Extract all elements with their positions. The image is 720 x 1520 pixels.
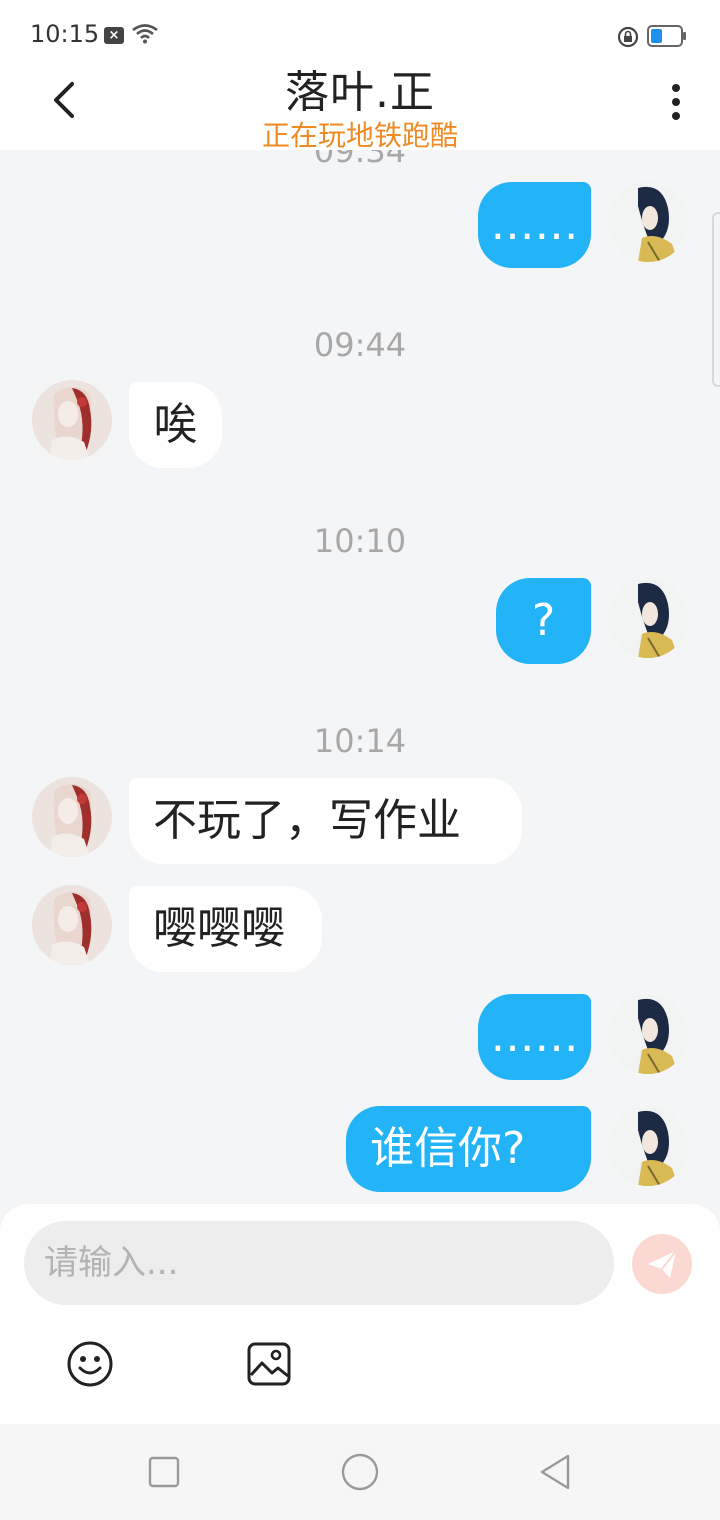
timestamp: 10:10 xyxy=(313,522,407,560)
circle-icon xyxy=(341,1453,379,1491)
image-button[interactable] xyxy=(246,1341,292,1391)
contact-avatar[interactable] xyxy=(32,380,112,460)
contact-avatar[interactable] xyxy=(32,777,112,857)
system-nav-bar xyxy=(0,1424,720,1520)
emoji-button[interactable] xyxy=(66,1340,114,1392)
outgoing-message-bubble[interactable]: 谁信你? xyxy=(346,1106,591,1192)
outgoing-message-bubble[interactable]: …… xyxy=(478,994,591,1080)
outgoing-message-bubble[interactable]: …… xyxy=(478,182,591,268)
send-icon xyxy=(648,1250,677,1278)
home-button[interactable] xyxy=(341,1453,379,1495)
chat-header: 落叶.正 正在玩地铁跑酷 xyxy=(0,48,720,152)
my-avatar[interactable] xyxy=(608,578,688,658)
smiley-icon xyxy=(67,1341,113,1387)
wifi-icon xyxy=(132,24,158,48)
more-vertical-icon xyxy=(672,84,680,120)
square-icon xyxy=(148,1456,180,1488)
status-time: 10:15 xyxy=(30,20,100,48)
image-icon xyxy=(247,1342,291,1386)
close-box-icon: × xyxy=(104,27,124,44)
recent-apps-button[interactable] xyxy=(148,1456,180,1492)
incoming-message-bubble[interactable]: 唉 xyxy=(129,382,222,468)
nav-back-button[interactable] xyxy=(538,1453,572,1495)
incoming-message-bubble[interactable]: 嘤嘤嘤 xyxy=(129,886,322,972)
my-avatar[interactable] xyxy=(608,994,688,1074)
triangle-back-icon xyxy=(540,1454,570,1490)
incoming-message-bubble[interactable]: 不玩了，写作业 xyxy=(129,778,522,864)
chat-message-list[interactable]: 09:34 …… 09:44 唉 10:10 ? 10:14 不玩了，写作业 嘤… xyxy=(0,150,720,1206)
my-avatar[interactable] xyxy=(608,182,688,262)
timestamp: 10:14 xyxy=(313,722,407,760)
contact-avatar[interactable] xyxy=(32,885,112,965)
my-avatar[interactable] xyxy=(608,1106,688,1186)
timestamp: 09:34 xyxy=(313,150,407,170)
contact-status: 正在玩地铁跑酷 xyxy=(261,119,458,152)
outgoing-message-bubble[interactable]: ? xyxy=(496,578,591,664)
timestamp: 09:44 xyxy=(313,326,407,364)
contact-name: 落叶.正 xyxy=(285,67,435,118)
more-button[interactable] xyxy=(662,82,690,122)
send-button[interactable] xyxy=(632,1234,692,1294)
message-composer xyxy=(0,1204,720,1424)
message-input[interactable] xyxy=(24,1221,614,1305)
